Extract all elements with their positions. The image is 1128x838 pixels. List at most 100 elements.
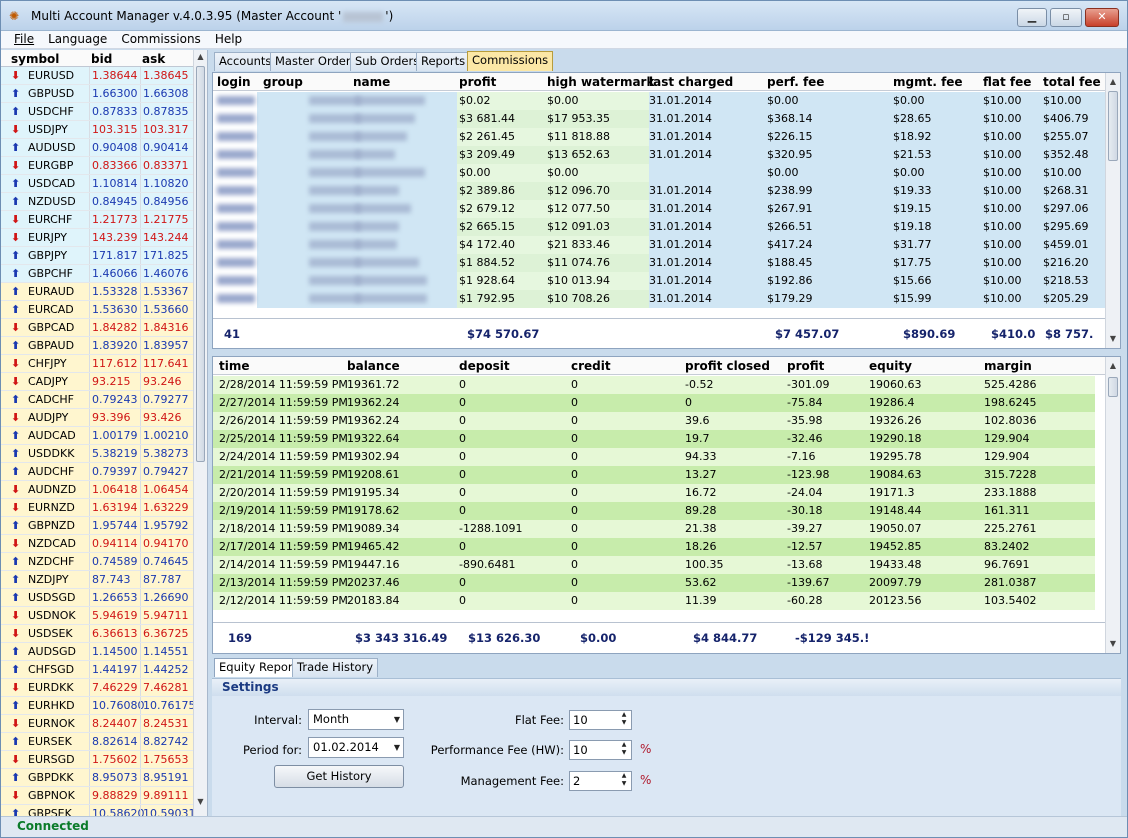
quote-row[interactable]: ⬆ GBPUSD 1.66300 1.66308	[1, 85, 193, 103]
quote-row[interactable]: ⬆ USDCHF 0.87833 0.87835	[1, 103, 193, 121]
quote-row[interactable]: ⬆ NZDJPY 87.743 87.787	[1, 571, 193, 589]
quote-row[interactable]: ⬇ AUDJPY 93.396 93.426	[1, 409, 193, 427]
maximize-button[interactable]: ▫	[1050, 8, 1082, 27]
quote-row[interactable]: ⬆ EURCAD 1.53630 1.53660	[1, 301, 193, 319]
table-row[interactable]: $2 679.12 $12 077.50 31.01.2014 $267.91 $19.…	[213, 200, 1105, 218]
table-row[interactable]: 2/20/2014 11:59:59 PM 19195.34 0 0 16.72 -24.…	[213, 484, 1095, 502]
table-row[interactable]: $0.00 $0.00 $0.00 $0.00 $10.00 $10.00	[213, 164, 1105, 182]
scroll-thumb[interactable]	[1108, 91, 1118, 161]
close-button[interactable]: ✕	[1085, 8, 1119, 27]
table-row[interactable]: $4 172.40 $21 833.46 31.01.2014 $417.24 $31.…	[213, 236, 1105, 254]
menu-file[interactable]: File	[1, 31, 41, 48]
scroll-down-icon[interactable]: ▼	[194, 795, 207, 809]
quote-row[interactable]: ⬆ AUDUSD 0.90408 0.90414	[1, 139, 193, 157]
menu-commissions[interactable]: Commissions	[114, 31, 207, 48]
perf-fee-input[interactable]: 10 ▲ ▼	[569, 740, 632, 760]
table-row[interactable]: 2/12/2014 11:59:59 PM 20183.84 0 0 11.39 -60.…	[213, 592, 1095, 610]
table-row[interactable]: $1 928.64 $10 013.94 31.01.2014 $192.86 $15.…	[213, 272, 1105, 290]
quote-row[interactable]: ⬇ GBPNOK 9.88829 9.89111	[1, 787, 193, 805]
table-row[interactable]: $3 209.49 $13 652.63 31.01.2014 $320.95 $21.…	[213, 146, 1105, 164]
quote-row[interactable]: ⬇ EURNOK 8.24407 8.24531	[1, 715, 193, 733]
quote-row[interactable]: ⬇ GBPCAD 1.84282 1.84316	[1, 319, 193, 337]
col-bid[interactable]: bid	[91, 52, 112, 66]
col-ask[interactable]: ask	[142, 52, 165, 66]
col-credit[interactable]: credit	[571, 359, 611, 373]
scroll-up-icon[interactable]: ▲	[1106, 75, 1120, 89]
table-row[interactable]: $1 792.95 $10 708.26 31.01.2014 $179.29 $15.…	[213, 290, 1105, 308]
flat-fee-input[interactable]: 10 ▲ ▼	[569, 710, 632, 730]
tab-commissions[interactable]: Commissions	[467, 51, 554, 71]
quote-row[interactable]: ⬇ EURGBP 0.83366 0.83371	[1, 157, 193, 175]
table-row[interactable]: 2/26/2014 11:59:59 PM 19362.24 0 0 39.6 -35.9…	[213, 412, 1095, 430]
col-flat-fee[interactable]: flat fee	[983, 75, 1031, 89]
scroll-down-icon[interactable]: ▼	[1106, 332, 1120, 346]
col-mgmt-fee[interactable]: mgmt. fee	[893, 75, 963, 89]
quote-row[interactable]: ⬆ NZDUSD 0.84945 0.84956	[1, 193, 193, 211]
col-high-watermark[interactable]: high watermark	[547, 75, 654, 89]
quote-row[interactable]: ⬇ EURUSD 1.38644 1.38645	[1, 67, 193, 85]
col-margin[interactable]: margin	[984, 359, 1032, 373]
col-equity[interactable]: equity	[869, 359, 912, 373]
table-row[interactable]: $2 665.15 $12 091.03 31.01.2014 $266.51 $19.…	[213, 218, 1105, 236]
quote-row[interactable]: ⬇ EURCHF 1.21773 1.21775	[1, 211, 193, 229]
quote-row[interactable]: ⬇ AUDNZD 1.06418 1.06454	[1, 481, 193, 499]
quote-row[interactable]: ⬆ USDCAD 1.10814 1.10820	[1, 175, 193, 193]
quote-row[interactable]: ⬆ GBPAUD 1.83920 1.83957	[1, 337, 193, 355]
spinner-arrows-icon[interactable]: ▲ ▼	[618, 772, 630, 790]
table-row[interactable]: $1 884.52 $11 074.76 31.01.2014 $188.45 $17.…	[213, 254, 1105, 272]
tab-sub-orders[interactable]: Sub Orders	[350, 52, 425, 71]
quote-row[interactable]: ⬆ CHFSGD 1.44197 1.44252	[1, 661, 193, 679]
quote-row[interactable]: ⬇ EURNZD 1.63194 1.63229	[1, 499, 193, 517]
col-balance[interactable]: balance	[347, 359, 400, 373]
quote-row[interactable]: ⬆ AUDCAD 1.00179 1.00210	[1, 427, 193, 445]
tab-master-orders[interactable]: Master Orders	[270, 52, 362, 71]
tab-reports[interactable]: Reports	[416, 52, 471, 71]
quote-row[interactable]: ⬆ EURHKD 10.76080 10.76175	[1, 697, 196, 715]
spinner-arrows-icon[interactable]: ▲ ▼	[618, 711, 630, 729]
quote-row[interactable]: ⬇ EURDKK 7.46229 7.46281	[1, 679, 193, 697]
quote-row[interactable]: ⬆ NZDCHF 0.74589 0.74645	[1, 553, 193, 571]
quote-row[interactable]: ⬆ GBPJPY 171.817 171.825	[1, 247, 193, 265]
table-row[interactable]: 2/14/2014 11:59:59 PM 19447.16 -890.6481 0 1…	[213, 556, 1095, 574]
title-bar[interactable]: ✺ Multi Account Manager v.4.0.3.95 (Mast…	[1, 1, 1127, 31]
table-row[interactable]: 2/17/2014 11:59:59 PM 19465.42 0 0 18.26 -12.…	[213, 538, 1095, 556]
tab-equity-report[interactable]: Equity Report	[214, 658, 303, 677]
table-row[interactable]: $2 389.86 $12 096.70 31.01.2014 $238.99 $19.…	[213, 182, 1105, 200]
quote-row[interactable]: ⬆ EURAUD 1.53328 1.53367	[1, 283, 193, 301]
quotes-scrollbar[interactable]: ▲ ▼	[193, 50, 207, 819]
col-profit-closed[interactable]: profit closed	[685, 359, 770, 373]
quote-row[interactable]: ⬆ GBPCHF 1.46066 1.46076	[1, 265, 193, 283]
scroll-thumb[interactable]	[196, 66, 205, 462]
table-row[interactable]: $3 681.44 $17 953.35 31.01.2014 $368.14 $28.…	[213, 110, 1105, 128]
quote-row[interactable]: ⬆ USDDKK 5.38219 5.38273	[1, 445, 193, 463]
quote-row[interactable]: ⬇ EURJPY 143.239 143.244	[1, 229, 193, 247]
table-row[interactable]: 2/19/2014 11:59:59 PM 19178.62 0 0 89.28 -30.…	[213, 502, 1095, 520]
quote-row[interactable]: ⬇ USDNOK 5.94619 5.94711	[1, 607, 193, 625]
tab-accounts[interactable]: Accounts	[214, 52, 277, 71]
scroll-down-icon[interactable]: ▼	[1106, 637, 1120, 651]
table-row[interactable]: 2/13/2014 11:59:59 PM 20237.46 0 0 53.62 -139…	[213, 574, 1095, 592]
quote-row[interactable]: ⬇ CADJPY 93.215 93.246	[1, 373, 193, 391]
col-profit[interactable]: profit	[787, 359, 824, 373]
scroll-up-icon[interactable]: ▲	[194, 50, 207, 64]
col-last-charged[interactable]: last charged	[649, 75, 733, 89]
quote-row[interactable]: ⬇ USDSEK 6.36613 6.36725	[1, 625, 193, 643]
col-name[interactable]: name	[353, 75, 390, 89]
minimize-button[interactable]: ▁	[1017, 8, 1047, 27]
scroll-up-icon[interactable]: ▲	[1106, 359, 1120, 373]
table-row[interactable]: 2/18/2014 11:59:59 PM 19089.34 -1288.1091 0…	[213, 520, 1095, 538]
quote-row[interactable]: ⬆ GBPDKK 8.95073 8.95191	[1, 769, 193, 787]
table-row[interactable]: 2/27/2014 11:59:59 PM 19362.24 0 0 0 -75.84 19…	[213, 394, 1095, 412]
period-date-picker[interactable]: 01.02.2014 ▼	[308, 737, 404, 758]
quote-row[interactable]: ⬇ CHFJPY 117.612 117.641	[1, 355, 193, 373]
mgmt-fee-input[interactable]: 2 ▲ ▼	[569, 771, 632, 791]
quote-row[interactable]: ⬆ USDSGD 1.26653 1.26690	[1, 589, 193, 607]
quote-row[interactable]: ⬆ AUDSGD 1.14500 1.14551	[1, 643, 193, 661]
table-row[interactable]: $0.02 $0.00 31.01.2014 $0.00 $0.00 $10.00 $10.…	[213, 92, 1105, 110]
commissions-scrollbar[interactable]: ▲ ▼	[1105, 73, 1120, 348]
spinner-arrows-icon[interactable]: ▲ ▼	[618, 741, 630, 759]
quote-row[interactable]: ⬇ EURSGD 1.75602 1.75653	[1, 751, 193, 769]
menu-help[interactable]: Help	[208, 31, 249, 48]
col-deposit[interactable]: deposit	[459, 359, 510, 373]
equity-scrollbar[interactable]: ▲ ▼	[1105, 357, 1120, 653]
